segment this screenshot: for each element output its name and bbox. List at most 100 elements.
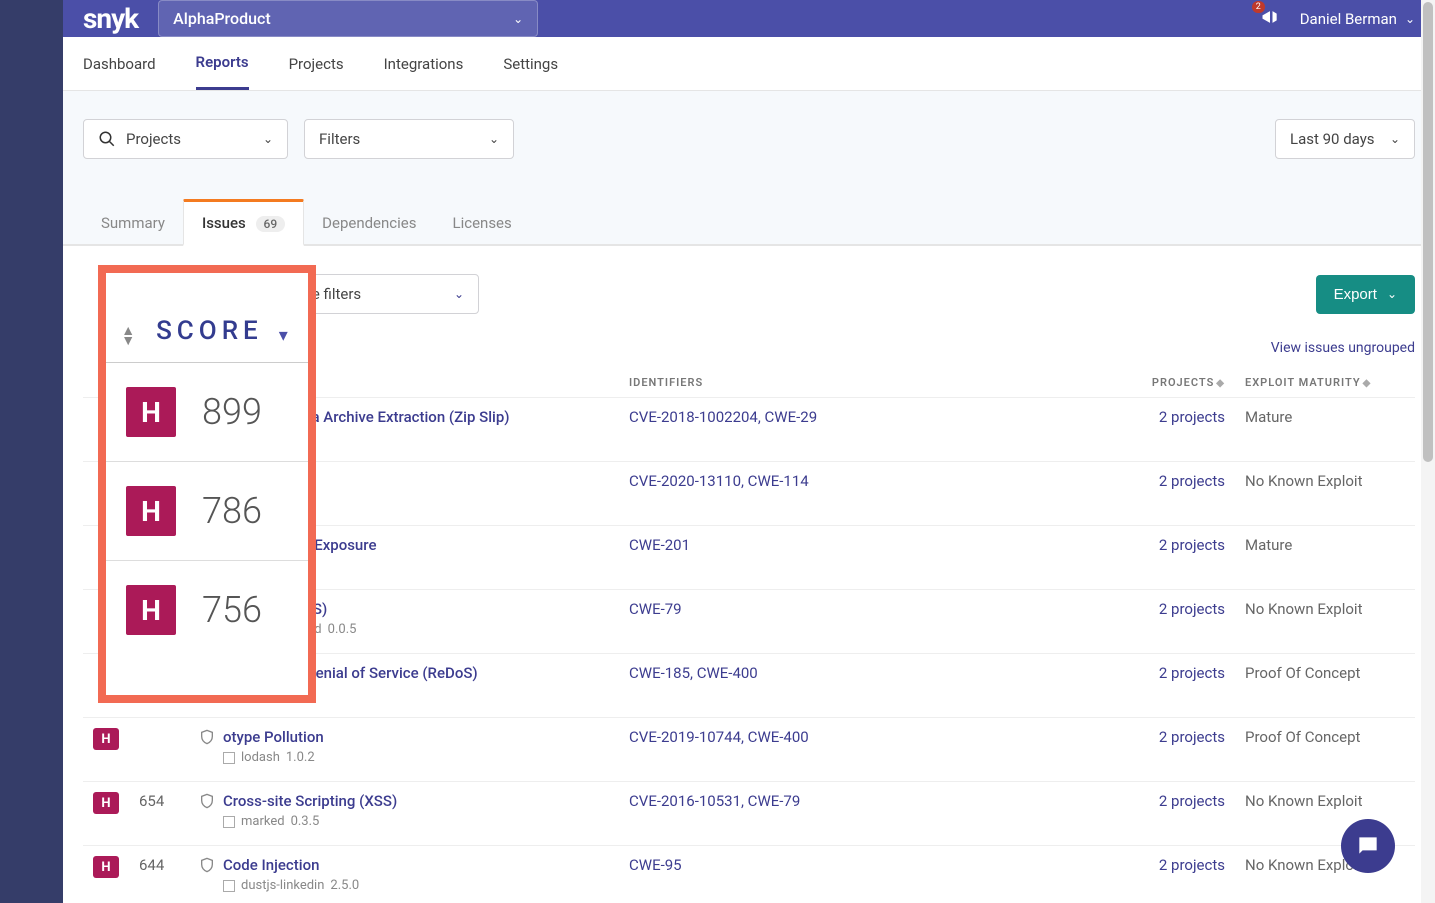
severity-badge: H (126, 585, 176, 635)
table-row: Hotype Pollution lodash 1.0.2 CVE-2019-107… (83, 718, 1415, 782)
projects-link[interactable]: 2 projects (1145, 536, 1225, 554)
product-picker[interactable]: AlphaProduct ⌄ (158, 0, 538, 37)
nav-projects[interactable]: Projects (289, 39, 344, 89)
score-header[interactable]: ▲▼ SCORE ▾ (106, 273, 308, 363)
identifier-link[interactable]: CVE-2020-13110, CWE-114 (629, 472, 809, 490)
shield-icon (199, 729, 215, 745)
chevron-down-icon: ⌄ (489, 132, 499, 146)
exploit-maturity: Mature (1235, 398, 1415, 462)
col-projects[interactable]: PROJECTS◆ (1135, 368, 1235, 398)
score-header-label: SCORE (156, 316, 263, 346)
tab-issues[interactable]: Issues 69 (183, 199, 304, 246)
projects-link[interactable]: 2 projects (1145, 664, 1225, 682)
nav-reports[interactable]: Reports (196, 37, 249, 90)
score-row: H 786 (106, 462, 308, 561)
main-container: snyk AlphaProduct ⌄ 2 Daniel Berman ⌄ Da… (63, 0, 1435, 903)
identifier-link[interactable]: CVE-2018-1002204, CWE-29 (629, 408, 817, 426)
tab-dependencies[interactable]: Dependencies (304, 202, 434, 244)
filters-dropdown[interactable]: Filters ⌄ (304, 119, 514, 159)
table-row: H654Cross-site Scripting (XSS)marked 0.3… (83, 782, 1415, 846)
report-tabs: Summary Issues 69 Dependencies Licenses (63, 159, 1435, 246)
notifications-button[interactable]: 2 (1260, 7, 1280, 31)
exploit-maturity: Proof Of Concept (1235, 718, 1415, 782)
export-label: Export (1334, 286, 1377, 303)
score-value: 786 (202, 490, 262, 532)
severity-badge: H (93, 728, 119, 750)
chevron-down-icon: ⌄ (454, 287, 464, 301)
chevron-down-icon: ⌄ (1387, 287, 1397, 301)
topbar: snyk AlphaProduct ⌄ 2 Daniel Berman ⌄ (63, 0, 1435, 37)
projects-link[interactable]: 2 projects (1145, 600, 1225, 618)
severity-badge: H (93, 856, 119, 878)
shield-icon (199, 857, 215, 873)
chevron-down-icon: ⌄ (1405, 12, 1415, 26)
sort-icon: ▲▼ (121, 326, 140, 346)
identifier-link[interactable]: CVE-2019-10744, CWE-400 (629, 728, 809, 746)
chevron-down-icon: ⌄ (1390, 132, 1400, 146)
package-icon (223, 752, 235, 764)
identifier-link[interactable]: CWE-201 (629, 536, 690, 554)
chevron-down-icon: ⌄ (263, 132, 273, 146)
score-row: H 756 (106, 561, 308, 659)
search-icon (98, 130, 116, 148)
projects-filter-label: Projects (126, 130, 181, 148)
package-line: lodash 1.0.2 (223, 750, 609, 765)
package-line: dustjs-linkedin 2.5.0 (223, 878, 609, 893)
severity-badge: H (93, 792, 119, 814)
projects-filter[interactable]: Projects ⌄ (83, 119, 288, 159)
projects-link[interactable]: 2 projects (1145, 472, 1225, 490)
identifier-link[interactable]: CWE-79 (629, 600, 682, 618)
exploit-maturity: Mature (1235, 526, 1415, 590)
score-highlight-panel: ▲▼ SCORE ▾ H899 H 786 H 756 (98, 265, 316, 703)
topbar-right: 2 Daniel Berman ⌄ (1260, 7, 1415, 31)
issue-title-link[interactable]: Code Injection (199, 856, 609, 874)
user-menu[interactable]: Daniel Berman ⌄ (1300, 10, 1415, 28)
score-value: 756 (202, 589, 262, 631)
chevron-down-icon: ⌄ (513, 12, 523, 26)
projects-link[interactable]: 2 projects (1145, 408, 1225, 426)
scrollbar-thumb[interactable] (1423, 2, 1433, 462)
filter-row: Projects ⌄ Filters ⌄ Last 90 days ⌄ (63, 91, 1435, 159)
score-value: 899 (202, 391, 262, 433)
app-root: snyk AlphaProduct ⌄ 2 Daniel Berman ⌄ Da… (0, 0, 1435, 903)
tab-summary[interactable]: Summary (83, 202, 183, 244)
projects-link[interactable]: 2 projects (1145, 728, 1225, 746)
date-range-picker[interactable]: Last 90 days ⌄ (1275, 119, 1415, 159)
package-icon (223, 880, 235, 892)
date-range-label: Last 90 days (1290, 130, 1375, 148)
sort-icon: ◆ (1363, 378, 1372, 389)
main-nav: Dashboard Reports Projects Integrations … (63, 37, 1435, 91)
filters-label: Filters (319, 130, 360, 148)
chat-fab[interactable] (1341, 819, 1395, 873)
nav-integrations[interactable]: Integrations (384, 39, 464, 89)
sort-icon: ◆ (1216, 378, 1225, 389)
logo: snyk (83, 2, 138, 35)
identifier-link[interactable]: CWE-95 (629, 856, 682, 874)
nav-dashboard[interactable]: Dashboard (83, 39, 156, 89)
nav-settings[interactable]: Settings (503, 39, 558, 89)
issues-count-badge: 69 (256, 216, 286, 232)
left-sidebar (0, 0, 63, 903)
score-value: 654 (129, 782, 189, 846)
view-ungrouped-link[interactable]: View issues ungrouped (1271, 340, 1415, 356)
caret-down-icon: ▾ (279, 325, 293, 346)
tab-issues-label: Issues (202, 214, 246, 232)
severity-badge: H (126, 486, 176, 536)
score-value: 644 (129, 846, 189, 903)
projects-link[interactable]: 2 projects (1145, 856, 1225, 874)
notification-badge: 2 (1252, 1, 1265, 13)
col-identifiers[interactable]: IDENTIFIERS (619, 368, 1135, 398)
issue-title-link[interactable]: Cross-site Scripting (XSS) (199, 792, 609, 810)
score-value (129, 718, 189, 782)
shield-icon (199, 793, 215, 809)
user-name: Daniel Berman (1300, 10, 1397, 28)
export-button[interactable]: Export ⌄ (1316, 275, 1415, 314)
tab-licenses[interactable]: Licenses (435, 202, 530, 244)
issue-title-link[interactable]: otype Pollution (199, 728, 609, 746)
scrollbar[interactable] (1421, 0, 1435, 903)
col-exploit[interactable]: EXPLOIT MATURITY◆ (1235, 368, 1415, 398)
identifier-link[interactable]: CVE-2016-10531, CWE-79 (629, 792, 800, 810)
score-row: H899 (106, 363, 308, 462)
identifier-link[interactable]: CWE-185, CWE-400 (629, 664, 758, 682)
projects-link[interactable]: 2 projects (1145, 792, 1225, 810)
